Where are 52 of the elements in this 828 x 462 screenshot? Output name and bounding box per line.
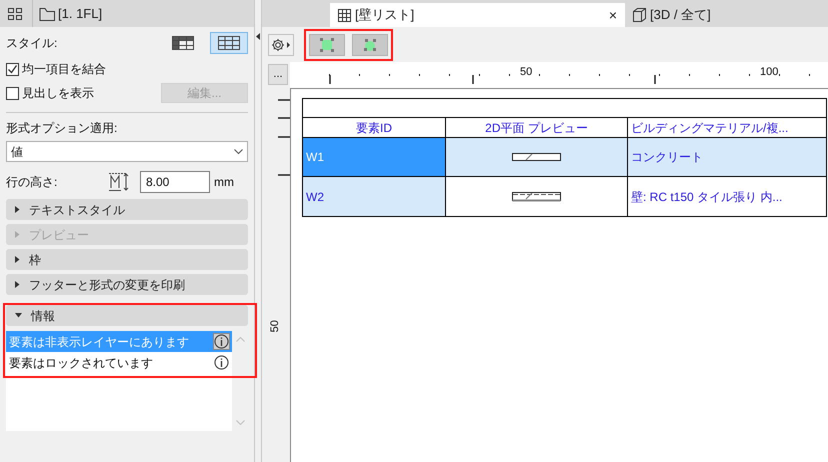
caret-right-icon (15, 256, 20, 263)
table-style-icon (172, 36, 194, 50)
box-icon (633, 8, 646, 22)
chevron-down-icon (234, 148, 243, 154)
column-header: 2D平面 プレビュー (446, 118, 628, 137)
section-header[interactable]: フッターと形式の変更を印刷 (6, 274, 248, 295)
column-header: 要素ID (303, 118, 446, 137)
section-header[interactable]: テキストスタイル (6, 199, 248, 220)
format-dropdown[interactable]: 値 (6, 141, 248, 162)
ruler-label: 100 (760, 65, 778, 80)
view-mode-button[interactable] (309, 34, 345, 56)
table-cell[interactable]: W2 (303, 177, 446, 216)
wall-preview-drawing (512, 152, 562, 162)
layout-grid-icon (8, 8, 22, 20)
document-tab[interactable]: [壁リスト] × (330, 3, 625, 27)
caret-down-icon (15, 313, 22, 318)
section-header[interactable]: 枠 (6, 249, 248, 270)
format-label: 形式オプション適用: (6, 120, 118, 137)
column-header: ビルディングマテリアル/複... (630, 120, 790, 136)
view-mode-button[interactable] (352, 34, 388, 56)
ruler-label: 50 (268, 320, 282, 332)
style-label: スタイル: (6, 35, 58, 52)
row-height-label: 行の高さ: (6, 174, 58, 191)
row-height-icon (108, 173, 130, 191)
close-tab-button[interactable]: × (608, 8, 617, 22)
info-item[interactable]: 要素はロックされています (6, 352, 232, 373)
caret-right-icon (15, 281, 20, 288)
info-icon (213, 354, 230, 371)
wall-preview-drawing (512, 190, 562, 202)
caret-right-icon (15, 206, 20, 213)
view-tab[interactable]: [1. 1FL] (39, 4, 102, 24)
more-button[interactable]: ... (268, 64, 288, 85)
table-style-button[interactable] (210, 32, 248, 54)
caret-right-icon (15, 231, 20, 238)
ruler-label: 50 (520, 65, 532, 80)
table-style-icon (218, 36, 240, 50)
table-cell: コンクリート (628, 138, 826, 176)
info-icon (213, 333, 230, 350)
check-icon (7, 64, 18, 74)
chevron-down-icon (236, 420, 244, 425)
settings-button[interactable] (268, 34, 294, 56)
section-header[interactable]: 情報 (6, 305, 248, 326)
table-icon (338, 8, 351, 22)
chevron-up-icon (236, 337, 244, 342)
row-height-field[interactable]: 8.00 (140, 171, 210, 193)
selection-square-icon (320, 38, 334, 52)
settings-icon (271, 38, 291, 52)
checkbox[interactable]: 見出しを表示 (6, 84, 94, 102)
selection-shape-icon (363, 38, 377, 52)
checkbox[interactable]: 均一項目を結合 (6, 60, 106, 78)
unit-label: mm (214, 174, 234, 191)
collapse-arrow-icon (256, 33, 260, 40)
